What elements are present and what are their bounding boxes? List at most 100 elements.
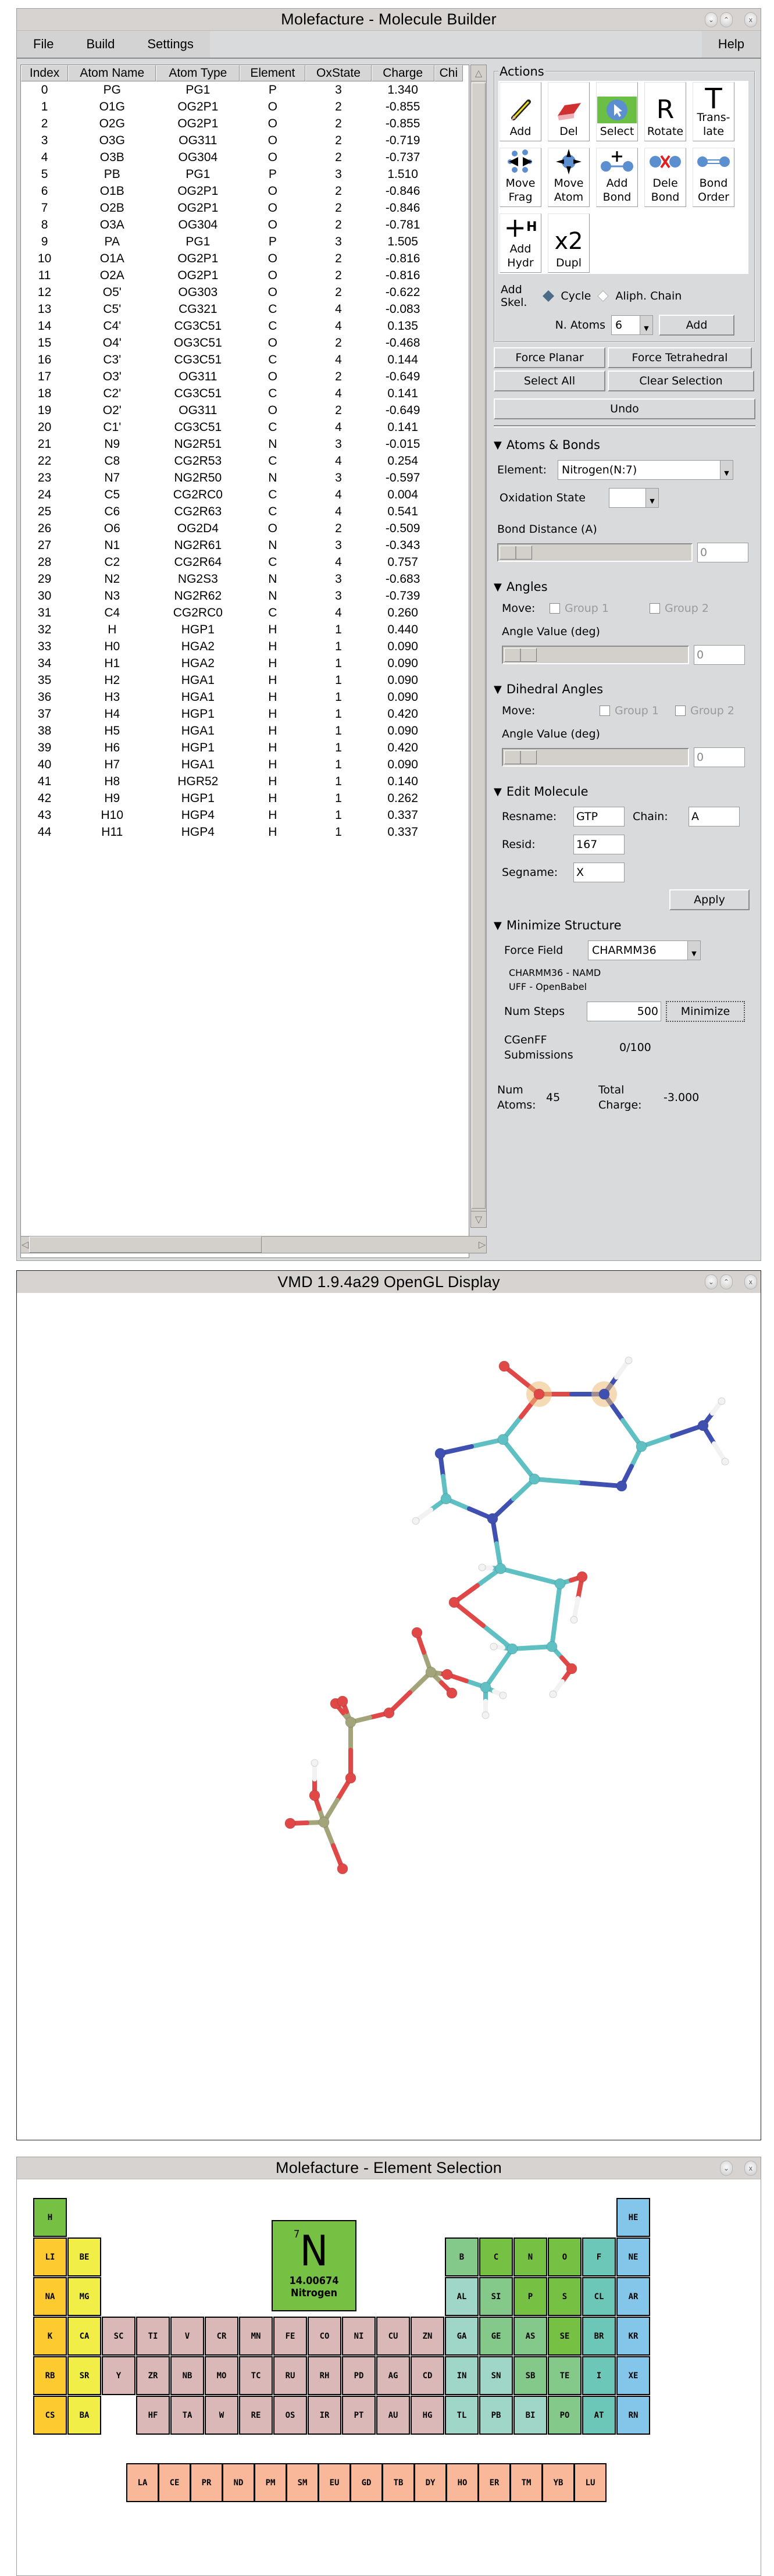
angles-header[interactable]: ▼ Angles <box>494 580 755 594</box>
tool-move-atom-button[interactable]: Move Atom <box>548 148 590 207</box>
table-row[interactable]: 42 H9 HGP1 H 1 0.262 <box>21 790 463 807</box>
table-row[interactable]: 34 H1 HGA2 H 1 0.090 <box>21 655 463 672</box>
element-ir[interactable]: IR <box>308 2396 341 2435</box>
table-row[interactable]: 11 O2A OG2P1 O 2 -0.816 <box>21 267 463 284</box>
table-row[interactable]: 29 N2 NG2S3 N 3 -0.683 <box>21 571 463 587</box>
element-se[interactable]: SE <box>548 2317 582 2356</box>
atom-o2g[interactable] <box>337 1863 348 1875</box>
atom-c4[interactable] <box>529 1473 540 1485</box>
element-c[interactable]: C <box>479 2237 513 2276</box>
force-field-select[interactable]: CHARMM36 ▼ <box>588 940 701 960</box>
atom-pb[interactable] <box>345 1716 356 1728</box>
element-o[interactable]: O <box>548 2237 582 2276</box>
element-dy[interactable]: DY <box>414 2463 447 2502</box>
element-b[interactable]: B <box>445 2237 479 2276</box>
atom-hn1[interactable] <box>625 1356 633 1364</box>
element-rh[interactable]: RH <box>308 2356 341 2395</box>
table-row[interactable]: 14 C4' CG3C51 C 4 0.135 <box>21 318 463 334</box>
element-au[interactable]: AU <box>376 2396 410 2435</box>
element-ho[interactable]: HO <box>446 2463 479 2502</box>
edit-molecule-header[interactable]: ▼ Edit Molecule <box>494 785 755 799</box>
atom-ho2[interactable] <box>570 1616 578 1624</box>
column-header-index[interactable]: Index <box>21 65 69 81</box>
element-cs[interactable]: CS <box>33 2396 67 2435</box>
element-mn[interactable]: MN <box>239 2317 273 2356</box>
table-row[interactable]: 10 O1A OG2P1 O 2 -0.816 <box>21 250 463 267</box>
chevron-down-icon[interactable]: ▼ <box>720 461 733 479</box>
element-xe[interactable]: XE <box>616 2356 650 2395</box>
scroll-right-arrow[interactable]: ▷ <box>478 1237 486 1253</box>
element-pt[interactable]: PT <box>342 2396 376 2435</box>
hscroll-thumb[interactable] <box>29 1237 262 1253</box>
table-row[interactable]: 28 C2 CG2R64 C 4 0.757 <box>21 554 463 571</box>
element-os[interactable]: OS <box>273 2396 307 2435</box>
atom-c1p[interactable] <box>495 1563 507 1574</box>
angle-slider[interactable] <box>502 646 689 664</box>
tool-add-bond-button[interactable]: Add Bond <box>596 148 638 207</box>
minimize-header[interactable]: ▼ Minimize Structure <box>494 918 755 932</box>
molecule-3d-view[interactable] <box>17 1294 761 2140</box>
element-select[interactable]: Nitrogen(N:7) ▼ <box>558 460 733 480</box>
element-k[interactable]: K <box>33 2317 67 2356</box>
atom-c4p[interactable] <box>507 1643 518 1655</box>
tool-add-button[interactable]: Add <box>500 82 541 141</box>
select-all-button[interactable]: Select All <box>494 370 605 391</box>
table-row[interactable]: 8 O3A OG304 O 2 -0.781 <box>21 216 463 233</box>
element-al[interactable]: AL <box>445 2277 479 2316</box>
atom-o2p[interactable] <box>576 1571 588 1583</box>
atom-o2b[interactable] <box>337 1695 348 1707</box>
element-ar[interactable]: AR <box>616 2277 650 2316</box>
vmd-titlebar[interactable]: VMD 1.9.4a29 OpenGL Display ⌄ ⌃ x <box>17 1271 761 1293</box>
dihedral-slider[interactable] <box>502 748 689 767</box>
element-as[interactable]: AS <box>513 2317 547 2356</box>
element-at[interactable]: AT <box>582 2396 616 2435</box>
table-row[interactable]: 44 H11 HGP4 H 1 0.337 <box>21 824 463 840</box>
element-sb[interactable]: SB <box>513 2356 547 2395</box>
element-pd[interactable]: PD <box>342 2356 376 2395</box>
n-atoms-select[interactable]: 6 ▼ <box>611 315 653 335</box>
atom-o1a[interactable] <box>411 1627 423 1638</box>
tool-bond-order-button[interactable]: Bond Order <box>693 148 734 207</box>
table-row[interactable]: 23 N7 NG2R50 N 3 -0.597 <box>21 469 463 486</box>
atom-o3g[interactable] <box>309 1790 320 1801</box>
table-row[interactable]: 40 H7 HGA1 H 1 0.090 <box>21 756 463 773</box>
element-fe[interactable]: FE <box>273 2317 307 2356</box>
element-ge[interactable]: GE <box>479 2317 513 2356</box>
element-f[interactable]: F <box>582 2237 616 2276</box>
table-row[interactable]: 13 C5' CG321 C 4 -0.083 <box>21 301 463 318</box>
element-ga[interactable]: GA <box>445 2317 479 2356</box>
close-window-button[interactable]: x <box>744 2161 757 2176</box>
element-na[interactable]: NA <box>33 2277 67 2316</box>
element-rb[interactable]: RB <box>33 2356 67 2395</box>
tool-translate-button[interactable]: T Trans- late <box>693 82 734 141</box>
chain-input[interactable]: A <box>689 807 740 826</box>
element-y[interactable]: Y <box>102 2356 135 2395</box>
table-row[interactable]: 25 C6 CG2R63 C 4 0.541 <box>21 503 463 520</box>
atom-h5b[interactable] <box>481 1711 490 1719</box>
element-ba[interactable]: BA <box>67 2396 101 2435</box>
table-row[interactable]: 33 H0 HGA2 H 1 0.090 <box>21 638 463 655</box>
radio-aliph-chain[interactable]: Aliph. Chain <box>597 290 682 302</box>
element-ne[interactable]: NE <box>616 2237 650 2276</box>
atom-o1g[interactable] <box>284 1818 296 1829</box>
force-planar-button[interactable]: Force Planar <box>494 347 605 368</box>
atom-h4p[interactable] <box>490 1642 498 1651</box>
element-mg[interactable]: MG <box>67 2277 101 2316</box>
table-row[interactable]: 3 O3G OG311 O 2 -0.719 <box>21 132 463 149</box>
table-row[interactable]: 22 C8 CG2R53 C 4 0.254 <box>21 453 463 469</box>
element-zr[interactable]: ZR <box>136 2356 170 2395</box>
maximize-window-button[interactable]: ⌃ <box>720 1274 733 1289</box>
chevron-down-icon[interactable]: ▼ <box>687 941 700 960</box>
element-lu[interactable]: LU <box>574 2463 607 2502</box>
table-row[interactable]: 1 O1G OG2P1 O 2 -0.855 <box>21 98 463 115</box>
element-tl[interactable]: TL <box>445 2396 479 2435</box>
column-header-charge[interactable]: Charge <box>371 65 434 81</box>
element-s[interactable]: S <box>548 2277 582 2316</box>
table-row[interactable]: 2 O2G OG2P1 O 2 -0.855 <box>21 115 463 132</box>
atom-n7[interactable] <box>434 1448 446 1459</box>
table-row[interactable]: 18 C2' CG3C51 C 4 0.141 <box>21 385 463 402</box>
close-window-button[interactable]: x <box>744 12 757 27</box>
element-li[interactable]: LI <box>33 2237 67 2276</box>
scroll-left-arrow[interactable]: ◁ <box>21 1237 29 1253</box>
atom-hg[interactable] <box>311 1759 319 1767</box>
